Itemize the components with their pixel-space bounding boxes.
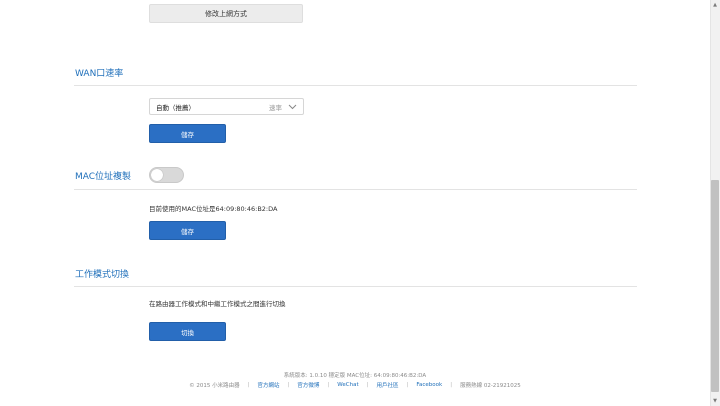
wan-speed-save-button[interactable]: 儲存	[149, 124, 226, 143]
mac-clone-title: MAC位址複製	[75, 172, 132, 182]
scroll-up-icon[interactable]: ▲	[710, 0, 720, 10]
change-connection-method-button[interactable]: 修改上網方式	[149, 4, 303, 23]
toggle-knob	[151, 169, 163, 181]
footer-copyright: © 2015 小米路由器	[189, 383, 240, 389]
scrollbar-thumb[interactable]	[711, 180, 719, 392]
wan-speed-title: WAN口速率	[75, 69, 124, 79]
footer-link-community[interactable]: 用戶社區	[377, 381, 399, 389]
scroll-down-icon[interactable]: ▼	[710, 396, 720, 406]
footer-separator: |	[287, 382, 290, 388]
wan-speed-select-hint: 速率	[269, 103, 282, 112]
footer-version-info: 系統版本: 1.0.10 穩定版 MAC位址: 64:09:80:46:B2:D…	[283, 373, 427, 379]
footer-separator: |	[406, 382, 409, 388]
wan-speed-select-value: 自動（推薦）	[156, 103, 195, 112]
footer-separator: |	[366, 382, 369, 388]
footer-link-wechat[interactable]: WeChat	[337, 382, 358, 388]
work-mode-title: 工作模式切換	[75, 270, 130, 280]
footer-link-facebook[interactable]: Facebook	[416, 382, 442, 388]
footer-links: © 2015 小米路由器 | 官方網站 | 官方微博 | WeChat | 用戶…	[0, 381, 710, 389]
footer-link-weibo[interactable]: 官方微博	[297, 381, 319, 389]
footer-separator: |	[450, 382, 453, 388]
current-mac-text: 目前使用的MAC位址是64:09:80:46:B2:DA	[149, 205, 278, 213]
footer-separator: |	[247, 382, 250, 388]
section-divider	[74, 189, 637, 190]
section-divider	[74, 85, 637, 86]
footer-separator: |	[327, 382, 330, 388]
section-divider	[74, 286, 637, 287]
mac-clone-save-button[interactable]: 儲存	[149, 221, 226, 240]
wan-speed-select[interactable]: 自動（推薦） 速率	[149, 98, 304, 115]
work-mode-description: 在路由器工作模式和中繼工作模式之間進行切換	[149, 300, 286, 308]
footer-link-official-site[interactable]: 官方網站	[258, 381, 280, 389]
footer-hotline: 服務熱線 02-21921025	[460, 383, 521, 389]
mac-clone-toggle[interactable]	[149, 167, 184, 183]
work-mode-switch-button[interactable]: 切換	[149, 322, 226, 341]
chevron-down-icon	[287, 102, 297, 112]
